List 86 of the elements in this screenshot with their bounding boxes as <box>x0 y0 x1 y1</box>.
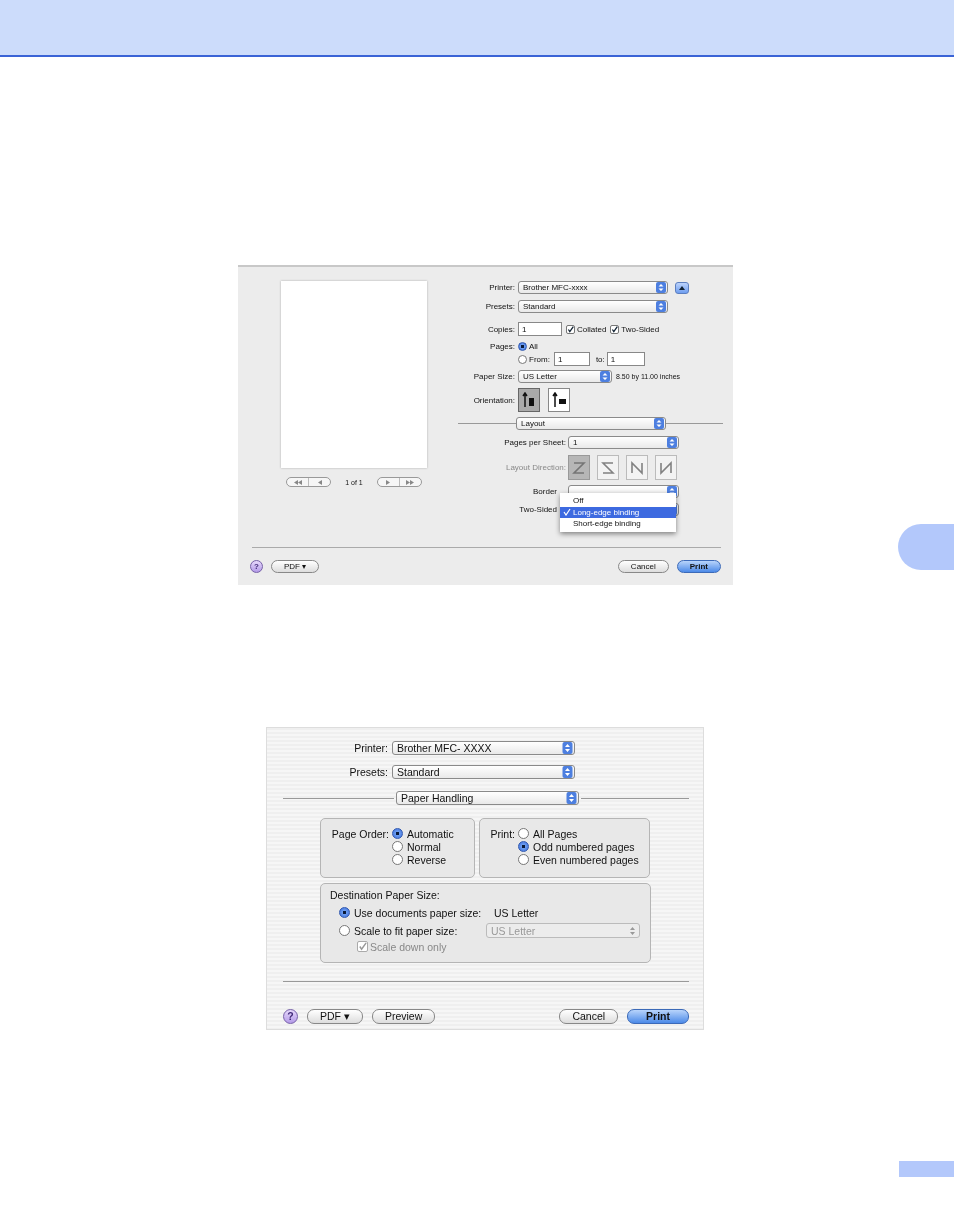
radio-button[interactable] <box>339 925 350 936</box>
presets-label: Presets: <box>484 302 516 311</box>
radio-button[interactable] <box>392 854 403 865</box>
orientation-label: Orientation: <box>472 395 516 405</box>
printer-popup[interactable]: Brother MFC- XXXX <box>392 741 575 755</box>
copies-label: Copies: <box>486 324 516 334</box>
preview-button[interactable]: Preview <box>371 1008 436 1024</box>
layout-direction-label: Layout Direction: <box>504 463 567 472</box>
left-arrow-icon <box>317 479 322 485</box>
page-number-box <box>899 1161 954 1177</box>
radio-label: Automatic <box>407 827 454 840</box>
help-button[interactable]: ? <box>283 1008 298 1024</box>
radio-button[interactable] <box>339 907 350 918</box>
group-title: Destination Paper Size: <box>330 889 440 901</box>
pages-label: Pages: <box>489 342 516 351</box>
panel-popup[interactable]: Layout <box>516 416 666 430</box>
radio-button[interactable] <box>518 342 527 351</box>
print-label: Print: <box>489 828 516 842</box>
stepper-icon <box>656 282 666 293</box>
to-field[interactable]: 1 <box>606 352 645 366</box>
stepper-icon <box>667 436 677 448</box>
pdf-button[interactable]: PDF ▾ <box>307 1008 363 1024</box>
stepper-icon <box>627 924 638 937</box>
radio-label: From: <box>529 354 550 364</box>
two-sided-label: Two-Sided <box>518 505 558 514</box>
pages-per-sheet-label: Pages per Sheet: <box>503 437 567 447</box>
paper-size-popup[interactable]: US Letter <box>518 370 612 383</box>
print-button[interactable]: Print <box>627 1008 689 1024</box>
radio-label: Even numbered pages <box>533 853 639 866</box>
checkbox-label: Scale down only <box>370 940 447 953</box>
radio-label: All <box>529 342 538 351</box>
checkbox[interactable] <box>610 324 620 334</box>
double-left-arrow-icon <box>293 479 302 485</box>
radio-button[interactable] <box>392 841 403 852</box>
radio-button[interactable] <box>518 354 527 364</box>
checkbox[interactable] <box>566 324 575 334</box>
border-label: Border <box>532 487 558 496</box>
cancel-button[interactable]: Cancel <box>617 559 669 573</box>
radio-button[interactable] <box>518 841 529 852</box>
checkbox-label: Two-Sided <box>621 324 660 334</box>
stepper-icon <box>562 742 573 754</box>
pages-per-sheet-popup[interactable]: 1 <box>568 435 679 449</box>
radio-label: Normal <box>407 840 441 853</box>
to-label: to: <box>595 354 605 364</box>
portrait-button[interactable] <box>518 388 540 412</box>
collapse-button[interactable] <box>675 281 689 294</box>
double-right-arrow-icon <box>406 479 415 485</box>
printer-label: Printer: <box>488 283 516 292</box>
checkmark-icon <box>563 508 571 517</box>
presets-label: Presets: <box>348 766 389 778</box>
landscape-button[interactable] <box>548 388 570 412</box>
menu-item[interactable]: Off <box>560 495 676 507</box>
radio-label: All Pages <box>533 827 578 840</box>
radio-button[interactable] <box>518 854 529 865</box>
presets-popup[interactable]: Standard <box>392 765 575 779</box>
right-arrow-icon <box>386 479 391 485</box>
stepper-icon <box>600 371 610 382</box>
menu-item[interactable]: Long-edge binding <box>560 506 676 518</box>
paper-size-label: Paper Size: <box>472 372 516 381</box>
presets-popup[interactable]: Standard <box>518 300 668 313</box>
copies-field[interactable]: 1 <box>518 322 562 336</box>
radio-label: Use documents paper size: <box>354 906 483 919</box>
stepper-icon <box>566 792 577 804</box>
checkbox-label: Collated <box>577 324 607 334</box>
stepper-icon <box>654 417 664 429</box>
radio-button[interactable] <box>518 828 529 839</box>
radio-label: Reverse <box>407 853 447 866</box>
from-field[interactable]: 1 <box>553 352 590 366</box>
printer-popup[interactable]: Brother MFC-xxxx <box>518 281 668 294</box>
stepper-icon <box>656 301 666 312</box>
radio-label: Odd numbered pages <box>533 840 635 853</box>
radio-label: Scale to fit paper size: <box>354 924 459 937</box>
menu-item[interactable]: Short-edge binding <box>560 518 676 530</box>
landscape-page-icon <box>551 392 567 408</box>
page-order-label: Page Order: <box>330 828 390 842</box>
portrait-page-icon <box>521 392 537 408</box>
help-button[interactable]: ? <box>250 559 263 573</box>
print-button[interactable]: Print <box>676 559 721 573</box>
up-triangle-icon <box>679 285 685 290</box>
stepper-icon <box>562 766 573 778</box>
radio-button[interactable] <box>392 828 403 839</box>
panel-popup[interactable]: Paper Handling <box>396 791 579 805</box>
cancel-button[interactable]: Cancel <box>559 1008 619 1024</box>
document-size-value: US Letter <box>494 906 539 919</box>
printer-label: Printer: <box>353 742 389 754</box>
pdf-button[interactable]: PDF ▾ <box>271 559 320 573</box>
